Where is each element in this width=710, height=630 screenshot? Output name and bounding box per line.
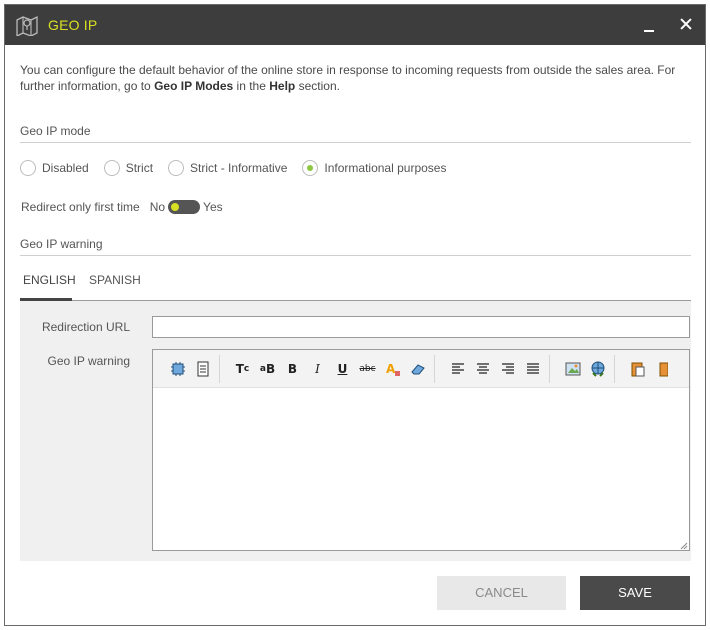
svg-text:A: A: [386, 362, 396, 376]
toolbar-group: [441, 354, 550, 383]
radio-dot[interactable]: [103, 160, 120, 176]
redirect-label: Redirect only first time: [21, 200, 140, 214]
font-size-icon[interactable]: aB: [255, 358, 280, 380]
toggle-off-label: No: [149, 200, 166, 214]
redirection-url-input[interactable]: [152, 316, 690, 338]
title-bar: GEO IP: [5, 5, 705, 45]
redirection-url-label: Redirection URL: [41, 320, 130, 334]
section-divider: [20, 142, 691, 143]
geo-ip-mode-title: Geo IP mode: [20, 124, 91, 138]
help-ref: Help: [269, 79, 296, 93]
underline-icon[interactable]: U: [330, 358, 355, 380]
eraser-icon[interactable]: [405, 358, 430, 380]
radio-strict[interactable]: Strict: [103, 160, 153, 176]
source-code-icon[interactable]: [165, 358, 190, 380]
editor-content-area[interactable]: [153, 388, 689, 548]
bold-icon[interactable]: B: [280, 358, 305, 380]
minimize-button[interactable]: [641, 17, 657, 33]
toolbar-group: [161, 354, 220, 383]
radio-strict-informative[interactable]: Strict - Informative: [168, 160, 287, 176]
dialog-title: GEO IP: [48, 17, 98, 33]
toolbar-group: [556, 354, 615, 383]
redirect-first-time-row: Redirect only first time No Yes: [21, 198, 223, 216]
geo-ip-warning-title: Geo IP warning: [20, 237, 103, 251]
align-left-icon[interactable]: [445, 358, 470, 380]
tab-english[interactable]: ENGLISH: [20, 271, 76, 301]
radio-dot-selected[interactable]: [302, 160, 319, 176]
italic-icon[interactable]: I: [305, 358, 330, 380]
warning-panel: Redirection URL Geo IP warning Tc aB B I: [20, 301, 691, 561]
cancel-button[interactable]: CANCEL: [437, 576, 566, 610]
map-icon: [15, 14, 39, 38]
document-icon[interactable]: [190, 358, 215, 380]
intro-text: You can configure the default behavior o…: [20, 63, 676, 93]
more-icon[interactable]: [650, 358, 675, 380]
radio-disabled[interactable]: Disabled: [20, 160, 89, 176]
align-center-icon[interactable]: [470, 358, 495, 380]
strikethrough-icon[interactable]: abc: [355, 358, 380, 380]
geo-ip-mode-radio-group: Disabled Strict Strict - Informative Inf…: [20, 158, 461, 178]
toggle-knob: [171, 203, 180, 211]
toolbar-group: Tc aB B I U abc A: [226, 354, 435, 383]
radio-dot[interactable]: [168, 160, 185, 176]
toolbar-group: [621, 355, 679, 383]
align-right-icon[interactable]: [495, 358, 520, 380]
text-color-icon[interactable]: A: [380, 358, 405, 380]
paste-icon[interactable]: [625, 358, 650, 380]
geo-ip-warning-label: Geo IP warning: [47, 354, 131, 368]
section-divider: [20, 255, 691, 256]
close-icon[interactable]: [677, 15, 695, 33]
rich-text-editor: Tc aB B I U abc A: [152, 349, 690, 551]
redirect-toggle[interactable]: [168, 200, 201, 214]
toggle-on-label: Yes: [203, 200, 223, 214]
geo-ip-modes-ref: Geo IP Modes: [154, 79, 234, 93]
insert-link-icon[interactable]: [585, 358, 610, 380]
clear-format-icon[interactable]: Tc: [230, 358, 255, 380]
geo-ip-dialog: GEO IP You can configure the default beh…: [4, 4, 706, 626]
justify-icon[interactable]: [520, 358, 545, 380]
language-tabs: ENGLISH SPANISH: [20, 271, 691, 301]
editor-toolbar: Tc aB B I U abc A: [153, 350, 689, 388]
radio-informational-purposes[interactable]: Informational purposes: [302, 160, 446, 176]
resize-grip-icon[interactable]: [678, 539, 688, 550]
tab-spanish[interactable]: SPANISH: [89, 271, 141, 301]
save-button[interactable]: SAVE: [580, 576, 690, 610]
insert-image-icon[interactable]: [560, 358, 585, 380]
radio-dot[interactable]: [20, 160, 36, 176]
